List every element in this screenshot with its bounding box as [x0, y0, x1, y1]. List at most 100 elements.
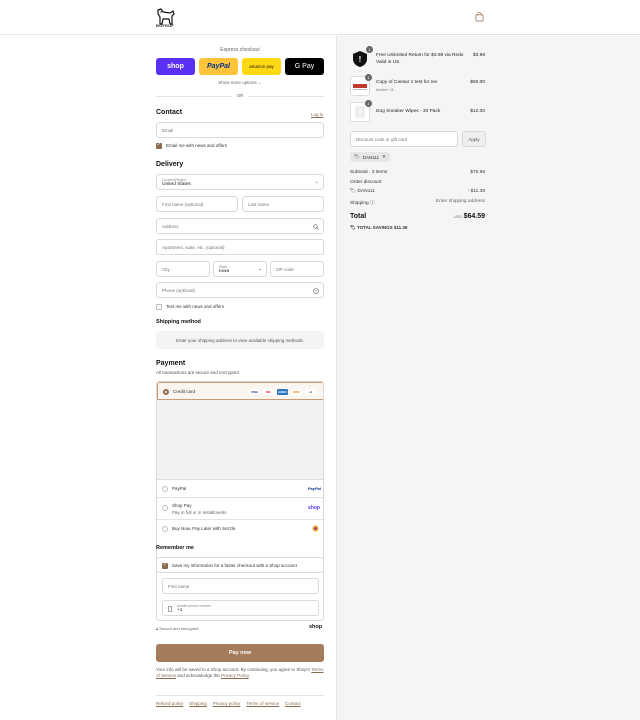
currency-label: USD — [453, 214, 463, 219]
subtotal-label: Subtotal · 3 items — [350, 170, 388, 175]
last-name-placeholder: Last name — [248, 201, 270, 207]
close-icon[interactable]: ✕ — [382, 154, 386, 160]
tag-icon: 🏷︎ — [350, 189, 357, 194]
order-discount-code-text: DAN111 — [357, 189, 375, 194]
mobile-phone-value: +1 — [177, 607, 183, 613]
phone-placeholder: Phone (optional) — [162, 287, 196, 293]
paypal-option[interactable]: PayPal PayPal — [157, 480, 323, 498]
redo-item-thumbnail: ! 1 — [350, 46, 373, 69]
secure-note: 🔒︎ Secure and encrypted — [156, 626, 198, 631]
apartment-placeholder: Apartment, suite, etc. (optional) — [162, 244, 225, 250]
text-news-label: Text me with news and offers — [166, 304, 224, 309]
paypal-logo: PayPal — [307, 486, 321, 491]
country-select[interactable]: Country/Region United States ⌄ — [156, 174, 324, 190]
last-name-field[interactable]: Last name — [242, 196, 324, 212]
shipping-link[interactable]: Shipping — [189, 701, 207, 706]
terms-of-service-link[interactable]: Terms of service — [246, 701, 279, 706]
remember-me-box: Save my information for a faster checkou… — [156, 557, 324, 621]
tag-icon: 🏷︎ — [354, 154, 360, 159]
city-placeholder: City — [162, 266, 170, 272]
first-name-field[interactable]: First name (optional) — [156, 196, 238, 212]
save-info-checkbox[interactable] — [162, 562, 168, 569]
contact-heading: Contact — [156, 109, 183, 116]
paypal-radio[interactable] — [162, 486, 168, 492]
chevron-down-icon: ⌄ — [257, 266, 262, 272]
checkout-form: Express checkout shop PayPal amazon pay … — [0, 36, 336, 720]
news-label: Email me with news and offers — [166, 143, 227, 148]
mastercard-icon: MC — [263, 389, 274, 395]
more-cards-icon: +4 — [305, 389, 316, 395]
remember-first-name-placeholder: First name — [168, 583, 190, 589]
shop-pay-button[interactable]: shop — [156, 58, 195, 75]
discount-code-input[interactable]: Discount code or gift card — [350, 131, 458, 147]
visa-icon: VISA — [249, 389, 260, 395]
zip-field[interactable]: ZIP code — [270, 261, 324, 277]
legal-text-part3: . — [248, 673, 251, 678]
credit-card-option[interactable]: Credit card VISA MC AMEX DISC +4 — [157, 382, 323, 400]
amazon-pay-button[interactable]: amazon pay — [242, 58, 281, 75]
refund-policy-link[interactable]: Refund policy — [156, 701, 183, 706]
phone-field[interactable]: Phone (optional) ? — [156, 282, 324, 298]
save-info-label: Save my information for a faster checkou… — [172, 563, 297, 568]
state-select[interactable]: State Iowa ⌄ — [213, 261, 267, 277]
footer-divider — [156, 695, 324, 696]
privacy-policy-link[interactable]: Privacy policy — [213, 701, 241, 706]
apartment-field[interactable]: Apartment, suite, etc. (optional) — [156, 239, 324, 255]
pay-now-button[interactable]: Pay now — [156, 644, 324, 662]
credit-card-label: Credit card — [173, 389, 196, 394]
or-label: OR — [232, 93, 248, 98]
news-checkbox[interactable] — [156, 142, 162, 149]
legal-text-part2: and acknowledge the — [176, 673, 222, 678]
item-price: $3.98 — [472, 53, 485, 58]
privacy-link[interactable]: Privacy Policy — [221, 673, 249, 678]
tag-icon: 🏷︎ — [350, 225, 356, 230]
total-savings-value: $11.39 — [393, 225, 408, 230]
credit-card-form-area[interactable] — [157, 400, 323, 480]
contact-link[interactable]: Contact — [285, 701, 301, 706]
shop-pay-radio[interactable] — [162, 505, 168, 511]
apply-discount-button[interactable]: Apply — [462, 131, 486, 147]
logo-text: BOFRUF — [156, 23, 174, 28]
shop-pay-label: Shop Pay — [172, 503, 192, 508]
payment-subtitle: All transactions are secure and encrypte… — [156, 370, 241, 375]
lock-icon: 🔒︎ — [156, 626, 159, 631]
help-icon[interactable]: ? — [313, 288, 319, 294]
shop-pay-option[interactable]: Shop Pay Pay in full or in installments … — [157, 498, 323, 520]
address-field[interactable]: Address — [156, 218, 324, 234]
shipping-method-placeholder: Enter your shipping address to view avai… — [156, 331, 324, 349]
credit-card-radio[interactable] — [163, 389, 169, 395]
google-pay-button[interactable]: G Pay — [285, 58, 324, 75]
text-news-checkbox[interactable] — [156, 304, 162, 310]
item-name-line2: Valid in US. — [376, 59, 401, 65]
discount-code-placeholder: Discount code or gift card — [356, 136, 408, 142]
sezzle-radio[interactable] — [162, 526, 168, 532]
show-more-options-link[interactable]: Show more options ⌄ — [156, 80, 324, 86]
help-icon[interactable]: ⓘ — [370, 201, 375, 206]
discover-icon: DISC — [291, 389, 302, 395]
amex-icon: AMEX — [277, 389, 288, 395]
mobile-phone-field[interactable]: Mobile phone number +1 — [162, 600, 319, 616]
legal-text-part1: Your info will be saved to a Shop accoun… — [156, 667, 312, 672]
total-amount: $64.59 — [463, 213, 485, 220]
shipping-label: Shipping ⓘ — [350, 199, 375, 206]
order-discount-code: 🏷︎ DAN111 — [350, 189, 375, 194]
chevron-down-icon: ⌄ — [314, 179, 319, 185]
login-link[interactable]: Log in — [311, 112, 323, 117]
order-discount-value: - $11.39 — [467, 189, 485, 194]
paypal-label: PayPal — [172, 486, 187, 491]
first-name-placeholder: First name (optional) — [162, 201, 204, 207]
quantity-badge: 1 — [365, 100, 372, 107]
shopping-bag-icon[interactable] — [475, 12, 484, 22]
email-placeholder: Email — [162, 127, 174, 133]
city-field[interactable]: City — [156, 261, 210, 277]
item-name: Copy of Caesar 1 test for rex — [376, 80, 438, 85]
footer-links: Refund policy Shipping Privacy policy Te… — [156, 701, 301, 706]
paypal-button[interactable]: PayPal — [199, 58, 238, 75]
subtotal-value: $75.98 — [470, 170, 485, 175]
remember-first-name-field[interactable]: First name — [162, 578, 319, 594]
sezzle-option[interactable]: Buy Now, Pay Later with Sezzle — [157, 520, 323, 538]
discount-tag-code: DAN111 — [362, 154, 380, 160]
sezzle-label: Buy Now, Pay Later with Sezzle — [172, 526, 236, 531]
secure-label: Secure and encrypted — [159, 626, 199, 631]
email-field[interactable]: Email — [156, 122, 324, 138]
